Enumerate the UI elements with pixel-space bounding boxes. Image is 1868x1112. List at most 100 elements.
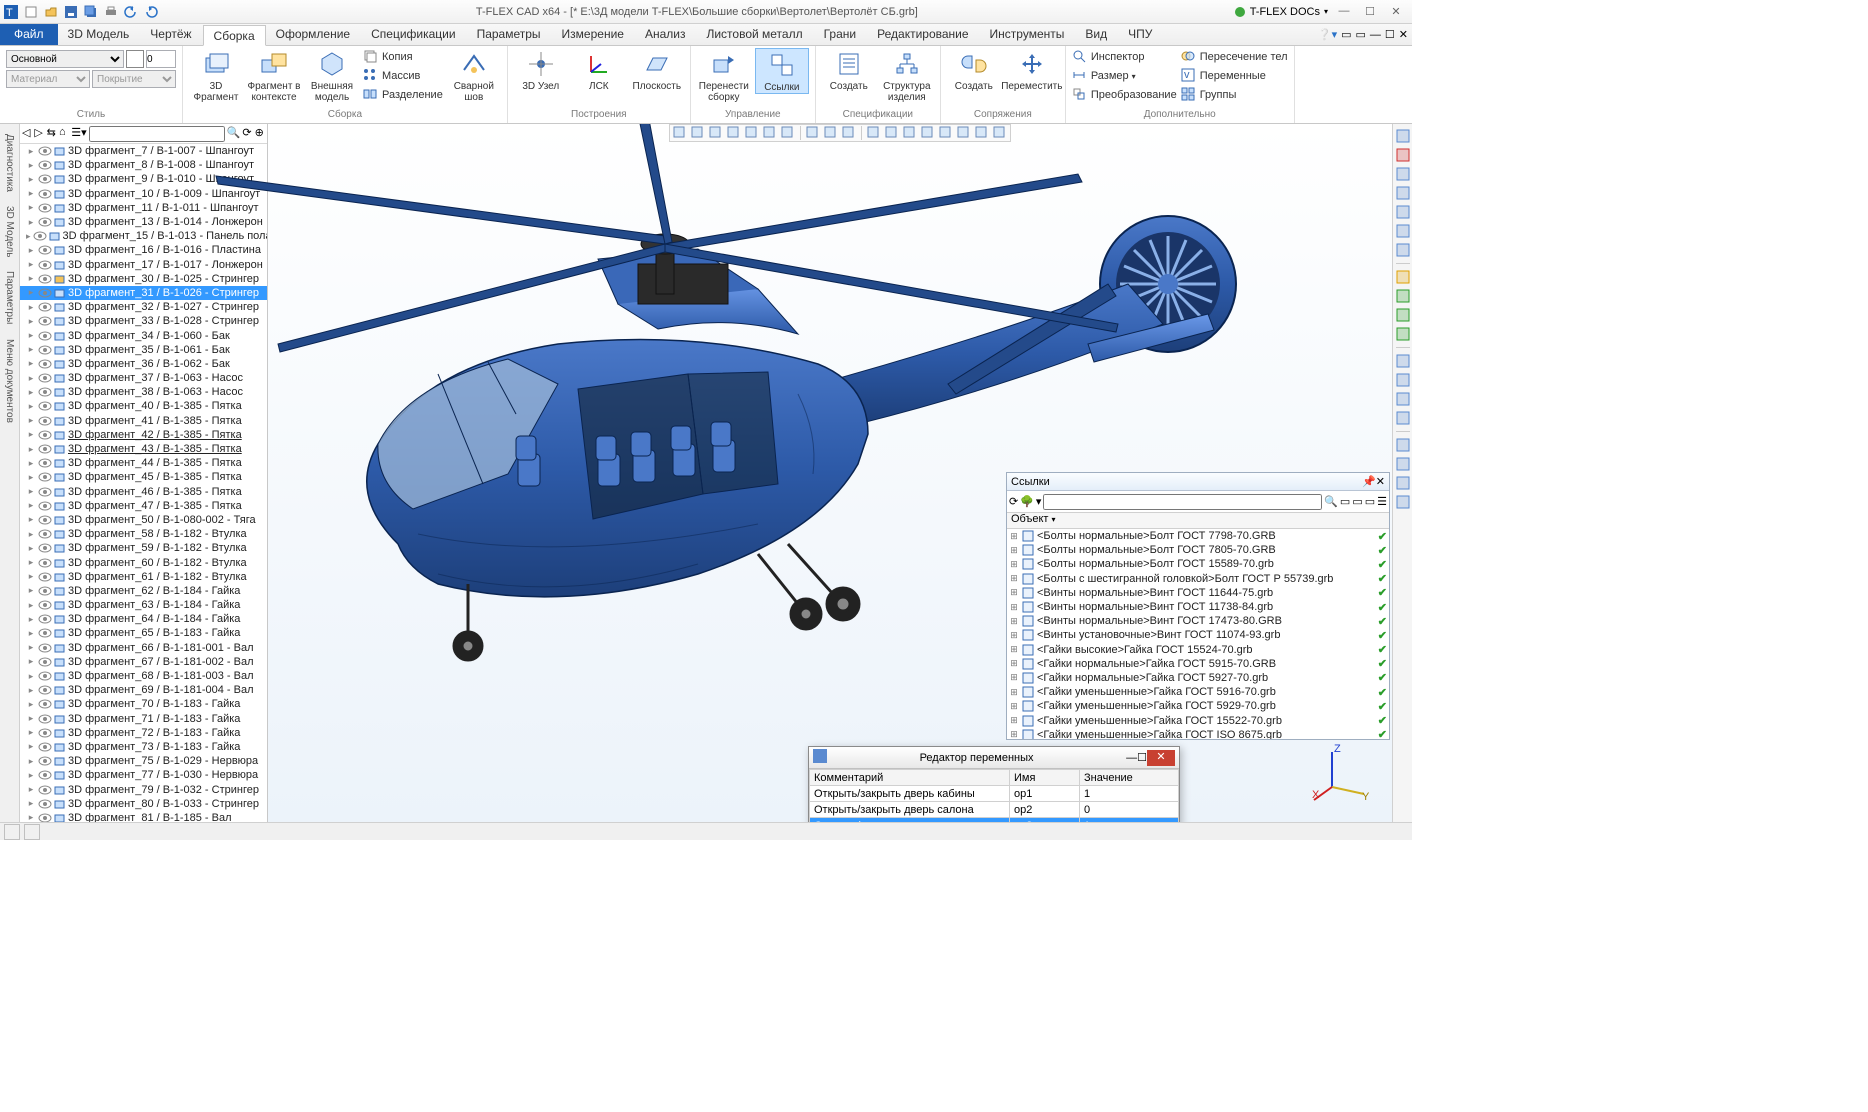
btn-3d-node[interactable]: 3D Узел — [514, 48, 568, 92]
rt-wire-icon[interactable] — [1395, 494, 1411, 510]
tab-Инструменты[interactable]: Инструменты — [980, 24, 1076, 45]
tree-item[interactable]: ▸ 3D фрагмент_70 / B-1-183 - Гайка — [20, 697, 267, 711]
tree-item[interactable]: ▸ 3D фрагмент_16 / B-1-016 - Пластина — [20, 243, 267, 257]
links-search-input[interactable] — [1043, 494, 1322, 510]
tree-item[interactable]: ▸ 3D фрагмент_71 / B-1-183 - Гайка — [20, 712, 267, 726]
link-item[interactable]: ⊞ <Болты нормальные>Болт ГОСТ 15589-70.g… — [1007, 557, 1389, 571]
tree-sync-icon[interactable]: ⇆ — [47, 126, 57, 142]
tab-Параметры[interactable]: Параметры — [467, 24, 552, 45]
btn-mate-create[interactable]: Создать — [947, 48, 1001, 92]
btn-weld[interactable]: Сварной шов — [447, 48, 501, 103]
btn-spec-create[interactable]: Создать — [822, 48, 876, 92]
color-swatch[interactable] — [126, 50, 144, 68]
btn-groups[interactable]: Группы — [1181, 86, 1288, 104]
rt-cyl-icon[interactable] — [1395, 372, 1411, 388]
dlg-min-icon[interactable]: — — [1126, 752, 1137, 764]
tree-item[interactable]: ▸ 3D фрагмент_75 / B-1-029 - Нервюра — [20, 754, 267, 768]
tab-Чертёж[interactable]: Чертёж — [140, 24, 202, 45]
tree-item[interactable]: ▸ 3D фрагмент_30 / B-1-025 - Стрингер — [20, 272, 267, 286]
tree-item[interactable]: ▸ 3D фрагмент_45 / B-1-385 - Пятка — [20, 470, 267, 484]
view-cube1-icon[interactable] — [762, 125, 778, 141]
tree-item[interactable]: ▸ 3D фрагмент_33 / B-1-028 - Стрингер — [20, 314, 267, 328]
tab-Листовой металл[interactable]: Листовой металл — [696, 24, 813, 45]
view-xmark-icon[interactable] — [744, 125, 760, 141]
rt-zoom-in-icon[interactable] — [1395, 185, 1411, 201]
btn-lcs[interactable]: ЛСК — [572, 48, 626, 92]
rt-shade-icon[interactable] — [1395, 475, 1411, 491]
tree-item[interactable]: ▸ 3D фрагмент_42 / B-1-385 - Пятка — [20, 428, 267, 442]
qat-open-icon[interactable] — [42, 3, 60, 21]
material-select[interactable]: Материал — [6, 70, 90, 88]
model-tree[interactable]: ▸ 3D фрагмент_7 / B-1-007 - Шпангоут ▸ 3D… — [20, 144, 267, 822]
link-item[interactable]: ⊞ <Винты установочные>Винт ГОСТ 11074-93… — [1007, 628, 1389, 642]
tree-filter-input[interactable] — [89, 126, 225, 142]
tab-Грани[interactable]: Грани — [814, 24, 868, 45]
tab-3D Модель[interactable]: 3D Модель — [58, 24, 141, 45]
btn-3d-fragment[interactable]: 3D Фрагмент — [189, 48, 243, 103]
tree-item[interactable]: ▸ 3D фрагмент_61 / B-1-182 - Втулка — [20, 570, 267, 584]
rt-check3-icon[interactable] — [1395, 326, 1411, 342]
link-item[interactable]: ⊞ <Болты с шестигранной головкой>Болт ГО… — [1007, 572, 1389, 586]
qat-saveall-icon[interactable] — [82, 3, 100, 21]
tree-item[interactable]: ▸ 3D фрагмент_44 / B-1-385 - Пятка — [20, 456, 267, 470]
tree-home-icon[interactable]: ⌂ — [59, 126, 69, 142]
tree-item[interactable]: ▸ 3D фрагмент_37 / B-1-063 - Насос — [20, 371, 267, 385]
links-pin-icon[interactable]: 📌 — [1362, 475, 1376, 488]
link-item[interactable]: ⊞ <Винты нормальные>Винт ГОСТ 11644-75.g… — [1007, 586, 1389, 600]
link-item[interactable]: ⊞ <Гайки нормальные>Гайка ГОСТ 5927-70.g… — [1007, 671, 1389, 685]
tab-Спецификации[interactable]: Спецификации — [361, 24, 466, 45]
qat-undo-icon[interactable] — [122, 3, 140, 21]
view-box6-icon[interactable] — [956, 125, 972, 141]
view-box4-icon[interactable] — [920, 125, 936, 141]
ribbon-opt1-icon[interactable]: ▭ — [1341, 28, 1351, 41]
tree-item[interactable]: ▸ 3D фрагмент_77 / B-1-030 - Нервюра — [20, 768, 267, 782]
tree-item[interactable]: ▸ 3D фрагмент_10 / B-1-009 - Шпангоут — [20, 187, 267, 201]
child-close-icon[interactable]: ✕ — [1399, 28, 1408, 41]
tree-item[interactable]: ▸ 3D фрагмент_67 / B-1-181-002 - Вал — [20, 655, 267, 669]
tree-item[interactable]: ▸ 3D фрагмент_35 / B-1-061 - Бак — [20, 343, 267, 357]
link-item[interactable]: ⊞ <Гайки уменьшенные>Гайка ГОСТ ISO 8675… — [1007, 728, 1389, 739]
maximize-icon[interactable]: ☐ — [1358, 5, 1382, 18]
rt-rotate-icon[interactable] — [1395, 223, 1411, 239]
btn-size[interactable]: Размер▾ — [1072, 67, 1177, 85]
tree-refresh-icon[interactable]: ⟳ — [242, 126, 252, 142]
btn-vars[interactable]: vПеременные — [1181, 67, 1288, 85]
tree-item[interactable]: ▸ 3D фрагмент_13 / B-1-014 - Лонжерон — [20, 215, 267, 229]
tree-item[interactable]: ▸ 3D фрагмент_58 / B-1-182 - Втулка — [20, 527, 267, 541]
tree-item[interactable]: ▸ 3D фрагмент_59 / B-1-182 - Втулка — [20, 541, 267, 555]
btn-copy[interactable]: Копия — [363, 48, 443, 66]
minimize-icon[interactable]: — — [1332, 5, 1356, 18]
rt-cut-icon[interactable] — [1395, 437, 1411, 453]
tree-item[interactable]: ▸ 3D фрагмент_64 / B-1-184 - Гайка — [20, 612, 267, 626]
view-point-icon[interactable] — [823, 125, 839, 141]
view-box5-icon[interactable] — [938, 125, 954, 141]
qat-new-icon[interactable] — [22, 3, 40, 21]
btn-array[interactable]: Массив — [363, 67, 443, 85]
tab-Редактирование[interactable]: Редактирование — [867, 24, 979, 45]
rt-check1-icon[interactable] — [1395, 288, 1411, 304]
help-icon[interactable]: ❔▾ — [1318, 28, 1337, 41]
rt-zoom-out-icon[interactable] — [1395, 204, 1411, 220]
tree-list-icon[interactable]: ☰▾ — [71, 126, 86, 142]
rt-magnet-icon[interactable] — [1395, 147, 1411, 163]
sidetab-diagnostics[interactable]: Диагностика — [2, 130, 17, 196]
var-row[interactable]: Открыть/закрыть дверь кабиныop11 — [810, 786, 1179, 802]
status-btn1[interactable] — [4, 824, 20, 840]
tree-item[interactable]: ▸ 3D фрагмент_72 / B-1-183 - Гайка — [20, 726, 267, 740]
tree-nav-back-icon[interactable]: ◁ — [22, 126, 32, 142]
view-filter-icon[interactable] — [672, 125, 688, 141]
rt-cube-icon[interactable] — [1395, 391, 1411, 407]
view-layer-icon[interactable] — [690, 125, 706, 141]
tree-item[interactable]: ▸ 3D фрагмент_46 / B-1-385 - Пятка — [20, 485, 267, 499]
child-min-icon[interactable]: — — [1370, 29, 1381, 41]
tree-search-icon[interactable]: 🔍 — [227, 126, 241, 142]
link-item[interactable]: ⊞ <Гайки нормальные>Гайка ГОСТ 5915-70.G… — [1007, 657, 1389, 671]
tree-item[interactable]: ▸ 3D фрагмент_66 / B-1-181-001 - Вал — [20, 641, 267, 655]
btn-intersect[interactable]: Пересечение тел — [1181, 48, 1288, 66]
tree-item[interactable]: ▸ 3D фрагмент_11 / B-1-011 - Шпангоут — [20, 201, 267, 215]
link-item[interactable]: ⊞ <Гайки уменьшенные>Гайка ГОСТ 15522-70… — [1007, 713, 1389, 727]
btn-move-assembly[interactable]: Перенести сборку — [697, 48, 751, 103]
tree-item[interactable]: ▸ 3D фрагмент_7 / B-1-007 - Шпангоут — [20, 144, 267, 158]
rt-render-icon[interactable] — [1395, 456, 1411, 472]
style-spin[interactable] — [146, 50, 176, 68]
